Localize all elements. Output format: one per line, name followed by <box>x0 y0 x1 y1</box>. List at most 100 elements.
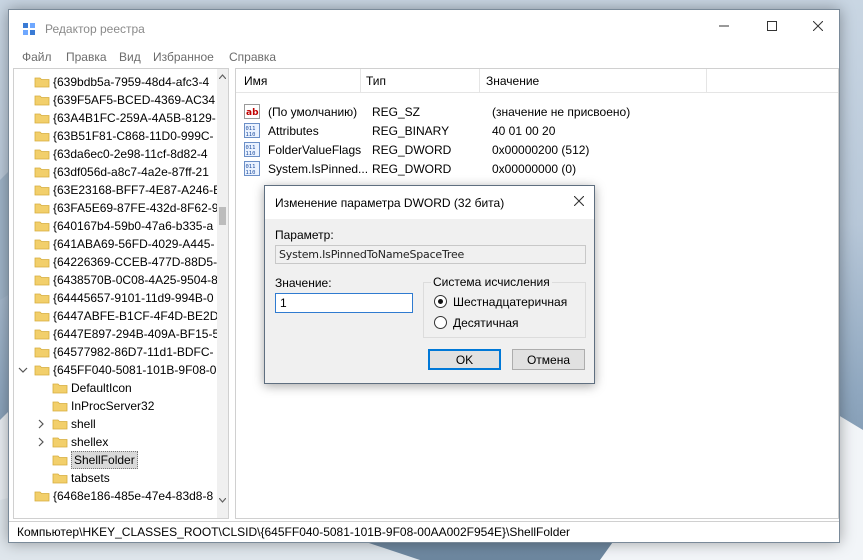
menu-bar: Файл Правка Вид Избранное Справка <box>9 48 839 68</box>
scroll-down-arrow[interactable] <box>218 495 227 505</box>
tree-item-label: {63A4B1FC-259A-4A5B-8129- <box>53 111 216 125</box>
column-type[interactable]: Тип <box>366 74 386 88</box>
menu-file[interactable]: Файл <box>22 50 52 64</box>
folder-icon <box>34 347 50 358</box>
menu-view[interactable]: Вид <box>119 50 141 64</box>
chevron-down-icon[interactable] <box>18 364 28 376</box>
tree-item[interactable]: DefaultIcon <box>14 379 214 397</box>
column-divider[interactable] <box>706 69 707 93</box>
status-path: Компьютер\HKEY_CLASSES_ROOT\CLSID\{645FF… <box>17 525 571 539</box>
title-bar[interactable]: Редактор реестра <box>9 10 839 46</box>
folder-icon <box>34 185 50 196</box>
tree-item[interactable]: tabsets <box>14 469 214 487</box>
close-button[interactable] <box>795 10 841 42</box>
tree-item-label: DefaultIcon <box>71 381 132 395</box>
tree-item[interactable]: {64577982-86D7-11d1-BDFC- <box>14 343 214 361</box>
tree-item[interactable]: {6447ABFE-B1CF-4F4D-BE2D <box>14 307 218 325</box>
maximize-button[interactable] <box>749 10 795 42</box>
status-bar: Компьютер\HKEY_CLASSES_ROOT\CLSID\{645FF… <box>9 521 839 542</box>
menu-help[interactable]: Справка <box>229 50 276 64</box>
tree-item[interactable]: {639bdb5a-7959-48d4-afc3-4 <box>14 73 214 91</box>
tree-item-label: shell <box>71 417 96 431</box>
key-tree[interactable]: {639bdb5a-7959-48d4-afc3-4 {639F5AF5-BCED… <box>13 68 229 519</box>
svg-text:110: 110 <box>246 151 256 157</box>
param-name-field: System.IsPinnedToNameSpaceTree <box>275 245 586 264</box>
scroll-up-arrow[interactable] <box>218 71 227 81</box>
tree-item-label: {64577982-86D7-11d1-BDFC- <box>53 345 214 359</box>
scroll-thumb[interactable] <box>219 207 226 225</box>
value-name-cell: Attributes <box>268 124 319 138</box>
tree-item[interactable]: {63df056d-a8c7-4a2e-87ff-21 <box>14 163 214 181</box>
dialog-title: Изменение параметра DWORD (32 бита) <box>275 196 505 210</box>
folder-icon <box>34 329 50 340</box>
radio-dec-indicator <box>434 316 447 329</box>
tree-item[interactable]: {63B51F81-C868-11D0-999C- <box>14 127 214 145</box>
base-groupbox: Система исчисления Шестнадцатеричная Дес… <box>423 275 586 338</box>
value-row[interactable]: 011 110 FolderValueFlags REG_DWORD 0x0000020… <box>236 140 838 159</box>
close-icon <box>574 196 584 206</box>
tree-item[interactable]: {6468e186-485e-47e4-83d8-8 <box>14 487 214 505</box>
folder-icon <box>34 293 50 304</box>
value-value-cell: 0x00000000 (0) <box>492 162 577 176</box>
value-row[interactable]: ab (По умолчанию) REG_SZ (значение не присв… <box>236 102 838 121</box>
radio-decimal[interactable]: Десятичная <box>434 315 584 331</box>
tree-item-label: tabsets <box>71 471 110 485</box>
minimize-icon <box>719 25 729 27</box>
tree-item-label: {63B51F81-C868-11D0-999C- <box>53 129 214 143</box>
column-divider[interactable] <box>360 69 361 93</box>
chevron-right-icon[interactable] <box>36 436 46 448</box>
value-row[interactable]: 011 110 System.IsPinned... REG_DWORD 0x00000… <box>236 159 838 178</box>
tree-item-label: {63da6ec0-2e98-11cf-8d82-4 <box>53 147 208 161</box>
folder-icon <box>52 437 68 448</box>
tree-item[interactable]: {64445657-9101-11d9-994B-0 <box>14 289 214 307</box>
tree-item-label: {639bdb5a-7959-48d4-afc3-4 <box>53 75 210 89</box>
tree-item-label: {641ABA69-56FD-4029-A445- <box>53 237 215 251</box>
tree-item[interactable]: {63da6ec0-2e98-11cf-8d82-4 <box>14 145 214 163</box>
binary-value-icon: 011110 <box>244 161 260 176</box>
folder-icon <box>34 203 50 214</box>
menu-favorites[interactable]: Избранное <box>153 50 214 64</box>
tree-item[interactable]: {6438570B-0C08-4A25-9504-8 <box>14 271 218 289</box>
menu-edit[interactable]: Правка <box>66 50 107 64</box>
tree-item[interactable]: {63FA5E69-87FE-432d-8F62-9 <box>14 199 218 217</box>
tree-item[interactable]: {63A4B1FC-259A-4A5B-8129- <box>14 109 216 127</box>
value-type-cell: REG_SZ <box>372 105 421 119</box>
tree-item-label: {639F5AF5-BCED-4369-AC34 <box>53 93 216 107</box>
tree-item[interactable]: ShellFolder <box>14 451 214 469</box>
tree-item[interactable]: {6447E897-294B-409A-BF15-5 <box>14 325 219 343</box>
tree-item[interactable]: {645FF040-5081-101B-9F08-0 <box>14 361 217 379</box>
value-name-cell: System.IsPinned... <box>268 162 369 176</box>
value-value-cell: 40 01 00 20 <box>492 124 556 138</box>
tree-item[interactable]: InProcServer32 <box>14 397 214 415</box>
tree-scrollbar[interactable] <box>217 69 228 518</box>
value-type-cell: REG_BINARY <box>372 124 450 138</box>
value-input[interactable] <box>275 293 413 313</box>
tree-item[interactable]: {639F5AF5-BCED-4369-AC34 <box>14 91 216 109</box>
tree-item[interactable]: shellex <box>14 433 214 451</box>
radio-hexadecimal[interactable]: Шестнадцатеричная <box>434 294 584 310</box>
value-name-cell: (По умолчанию) <box>268 105 358 119</box>
tree-item[interactable]: {641ABA69-56FD-4029-A445- <box>14 235 214 253</box>
tree-item-label: {64226369-CCEB-477D-88D5- <box>53 255 218 269</box>
folder-icon <box>52 401 68 412</box>
column-name[interactable]: Имя <box>244 74 267 88</box>
tree-item-label: {63E23168-BFF7-4E87-A246-E <box>53 183 222 197</box>
tree-item[interactable]: {63E23168-BFF7-4E87-A246-E <box>14 181 221 199</box>
chevron-right-icon[interactable] <box>36 418 46 430</box>
folder-icon <box>34 275 50 286</box>
minimize-button[interactable] <box>701 10 747 42</box>
dialog-close-button[interactable] <box>570 192 588 210</box>
column-value[interactable]: Значение <box>486 74 539 88</box>
tree-item-label: {6447ABFE-B1CF-4F4D-BE2D <box>53 309 219 323</box>
radio-hex-indicator <box>434 295 447 308</box>
ok-button[interactable]: OK <box>428 349 501 370</box>
tree-item[interactable]: shell <box>14 415 214 433</box>
folder-icon <box>34 149 50 160</box>
tree-item-label: {645FF040-5081-101B-9F08-0 <box>53 363 217 377</box>
column-divider[interactable] <box>479 69 480 93</box>
cancel-button[interactable]: Отмена <box>512 349 585 370</box>
value-row[interactable]: 011 110 Attributes REG_BINARY 40 01 00 20 <box>236 121 838 140</box>
tree-item[interactable]: {64226369-CCEB-477D-88D5- <box>14 253 218 271</box>
tree-item[interactable]: {640167b4-59b0-47a6-b335-a <box>14 217 214 235</box>
dialog-body: Параметр: System.IsPinnedToNameSpaceTree… <box>265 219 594 383</box>
